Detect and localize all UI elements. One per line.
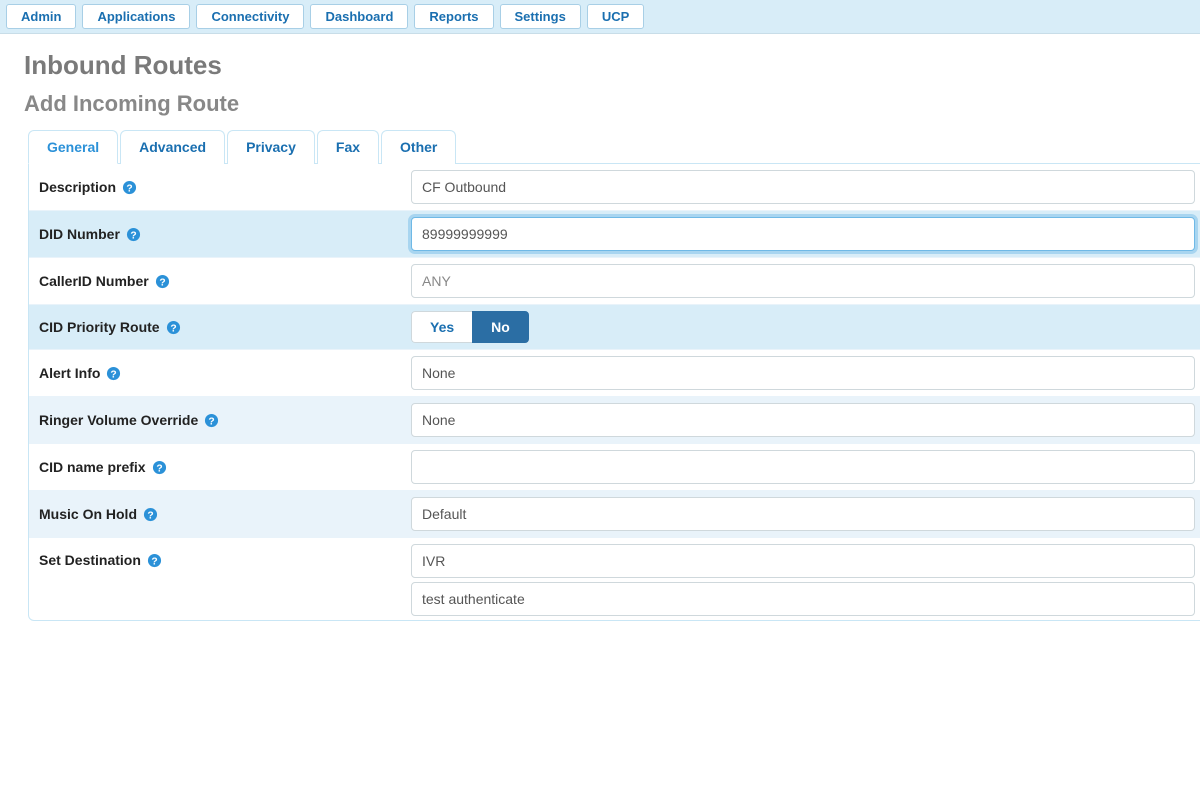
help-icon[interactable]: ? bbox=[152, 460, 167, 475]
alert-info-input[interactable] bbox=[411, 356, 1195, 390]
music-on-hold-label: Music On Hold bbox=[39, 506, 137, 522]
help-icon[interactable]: ? bbox=[106, 366, 121, 381]
row-description: Description ? bbox=[29, 164, 1200, 210]
cid-priority-toggle: Yes No bbox=[411, 311, 1195, 343]
tab-advanced[interactable]: Advanced bbox=[120, 130, 225, 164]
tab-privacy[interactable]: Privacy bbox=[227, 130, 315, 164]
did-number-input[interactable] bbox=[411, 217, 1195, 251]
row-ringer-volume-override: Ringer Volume Override ? bbox=[29, 396, 1200, 443]
alert-info-label: Alert Info bbox=[39, 365, 100, 381]
nav-connectivity[interactable]: Connectivity bbox=[196, 4, 304, 29]
help-icon[interactable]: ? bbox=[147, 553, 162, 568]
svg-text:?: ? bbox=[126, 183, 132, 194]
description-input[interactable] bbox=[411, 170, 1195, 204]
row-set-destination: Set Destination ? bbox=[29, 537, 1200, 620]
set-destination-label: Set Destination bbox=[39, 552, 141, 568]
nav-applications[interactable]: Applications bbox=[82, 4, 190, 29]
help-icon[interactable]: ? bbox=[155, 274, 170, 289]
row-cid-name-prefix: CID name prefix ? bbox=[29, 443, 1200, 490]
help-icon[interactable]: ? bbox=[143, 507, 158, 522]
page-title: Inbound Routes bbox=[24, 50, 1200, 81]
tab-general[interactable]: General bbox=[28, 130, 118, 164]
row-cid-priority-route: CID Priority Route ? Yes No bbox=[29, 304, 1200, 349]
svg-text:?: ? bbox=[156, 463, 162, 474]
cid-priority-no-button[interactable]: No bbox=[472, 311, 529, 343]
set-destination-sub-select[interactable] bbox=[411, 582, 1195, 616]
set-destination-select[interactable] bbox=[411, 544, 1195, 578]
cid-name-prefix-label: CID name prefix bbox=[39, 459, 146, 475]
callerid-number-input[interactable] bbox=[411, 264, 1195, 298]
row-alert-info: Alert Info ? bbox=[29, 349, 1200, 396]
tab-other[interactable]: Other bbox=[381, 130, 456, 164]
description-label: Description bbox=[39, 179, 116, 195]
nav-admin[interactable]: Admin bbox=[6, 4, 76, 29]
cid-priority-route-label: CID Priority Route bbox=[39, 319, 160, 335]
svg-text:?: ? bbox=[151, 556, 157, 567]
svg-text:?: ? bbox=[170, 323, 176, 334]
svg-text:?: ? bbox=[159, 277, 165, 288]
did-number-label: DID Number bbox=[39, 226, 120, 242]
ringer-volume-override-label: Ringer Volume Override bbox=[39, 412, 198, 428]
nav-reports[interactable]: Reports bbox=[414, 4, 493, 29]
music-on-hold-select[interactable] bbox=[411, 497, 1195, 531]
row-did-number: DID Number ? bbox=[29, 210, 1200, 257]
form-panel: Description ? DID Number ? CallerID Numb… bbox=[28, 163, 1200, 621]
svg-text:?: ? bbox=[147, 510, 153, 521]
row-music-on-hold: Music On Hold ? bbox=[29, 490, 1200, 537]
nav-ucp[interactable]: UCP bbox=[587, 4, 644, 29]
nav-dashboard[interactable]: Dashboard bbox=[310, 4, 408, 29]
help-icon[interactable]: ? bbox=[122, 180, 137, 195]
row-callerid-number: CallerID Number ? bbox=[29, 257, 1200, 304]
svg-text:?: ? bbox=[111, 369, 117, 380]
nav-settings[interactable]: Settings bbox=[500, 4, 581, 29]
tab-fax[interactable]: Fax bbox=[317, 130, 379, 164]
help-icon[interactable]: ? bbox=[204, 413, 219, 428]
svg-text:?: ? bbox=[209, 416, 215, 427]
page-subtitle: Add Incoming Route bbox=[24, 91, 1200, 117]
ringer-volume-override-input[interactable] bbox=[411, 403, 1195, 437]
cid-priority-yes-button[interactable]: Yes bbox=[411, 311, 472, 343]
svg-text:?: ? bbox=[130, 230, 136, 241]
help-icon[interactable]: ? bbox=[166, 320, 181, 335]
callerid-number-label: CallerID Number bbox=[39, 273, 149, 289]
top-nav: Admin Applications Connectivity Dashboar… bbox=[0, 0, 1200, 34]
help-icon[interactable]: ? bbox=[126, 227, 141, 242]
tab-bar: General Advanced Privacy Fax Other bbox=[28, 129, 1200, 163]
cid-name-prefix-input[interactable] bbox=[411, 450, 1195, 484]
